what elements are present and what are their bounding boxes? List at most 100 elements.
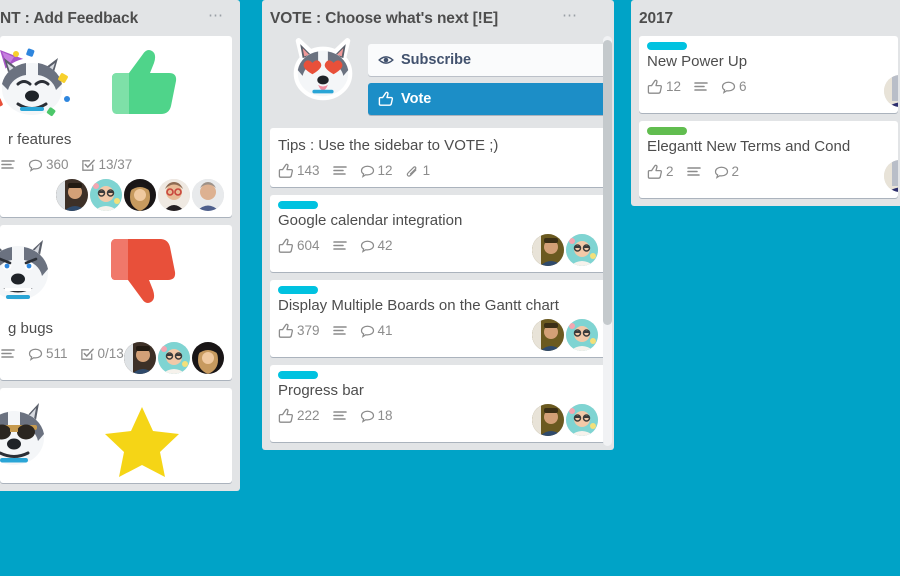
card[interactable]: r features 360 13/37 <box>0 36 232 217</box>
card[interactable]: Progress bar 222 18 <box>270 365 606 442</box>
checklist-icon <box>81 159 95 171</box>
avatar[interactable] <box>158 179 190 211</box>
subscribe-button[interactable]: Subscribe <box>368 44 606 76</box>
comment-icon <box>360 240 374 253</box>
comments-badge: 360 <box>28 157 69 173</box>
checklist-count: 0/13 <box>97 346 124 361</box>
vote-button[interactable]: Vote <box>368 83 606 115</box>
thumbs-up-green-sticker <box>107 46 181 119</box>
card-cover-stickers <box>0 36 232 124</box>
card[interactable]: Display Multiple Boards on the Gantt cha… <box>270 280 606 357</box>
list-vote[interactable]: VOTE : Choose what's next [!E] ⋯ Subscri… <box>262 0 614 450</box>
card-list: New Power Up 12 6 Elegantt New Terms and… <box>631 36 900 206</box>
vote-buttons: Subscribe Vote <box>368 36 606 122</box>
list-title: VOTE : Choose what's next [!E] <box>270 10 499 27</box>
card-title: New Power Up <box>647 53 748 70</box>
votes-badge: 604 <box>278 238 320 254</box>
avatar[interactable] <box>532 319 564 351</box>
comment-icon <box>28 348 43 361</box>
card[interactable]: Tips : Use the sidebar to VOTE ;) 143 12… <box>270 128 606 187</box>
description-badge <box>332 238 348 254</box>
comments-count: 12 <box>377 163 393 178</box>
card-labels <box>278 282 598 296</box>
card-badges: 2 2 <box>647 158 890 184</box>
comments-badge: 2 <box>714 164 740 180</box>
description-badge <box>693 79 709 95</box>
card-body: Progress bar 222 18 <box>270 365 606 442</box>
label-cyan[interactable] <box>278 201 318 209</box>
votes-count: 12 <box>666 79 682 94</box>
checklist-count: 13/37 <box>98 157 133 172</box>
label-cyan[interactable] <box>647 42 687 50</box>
checklist-badge: 13/37 <box>81 157 133 173</box>
avatar[interactable] <box>90 179 122 211</box>
card-body: Elegantt New Terms and Cond 2 2 <box>639 121 898 198</box>
description-icon <box>1 160 15 169</box>
card[interactable]: Google calendar integration 604 42 <box>270 195 606 272</box>
thumbs-up-icon <box>278 163 293 178</box>
avatar[interactable] <box>124 342 156 374</box>
label-cyan[interactable] <box>278 286 318 294</box>
avatar[interactable] <box>158 342 190 374</box>
votes-count: 379 <box>297 323 320 338</box>
card[interactable]: Elegantt New Terms and Cond 2 2 <box>639 121 898 198</box>
card[interactable]: g bugs 511 0/13 <box>0 225 232 380</box>
husky-party-sticker <box>0 46 70 120</box>
description-icon <box>686 167 701 176</box>
eye-icon <box>378 56 394 64</box>
card-title: Tips : Use the sidebar to VOTE ;) <box>278 137 499 154</box>
card-body: Tips : Use the sidebar to VOTE ;) 143 12… <box>270 128 606 187</box>
thumbs-up-icon <box>278 238 293 253</box>
card-labels <box>647 38 890 52</box>
avatar[interactable] <box>566 234 598 266</box>
description-badge <box>332 163 348 179</box>
label-green[interactable] <box>647 127 687 135</box>
card-labels <box>278 367 598 381</box>
description-badge <box>0 157 16 173</box>
card-title: g bugs <box>8 320 54 337</box>
avatar[interactable] <box>532 404 564 436</box>
thumbs-up-icon <box>647 164 662 179</box>
comments-count: 42 <box>377 238 393 253</box>
description-icon <box>332 241 347 250</box>
card-body: Google calendar integration 604 42 <box>270 195 606 272</box>
avatar[interactable] <box>192 179 224 211</box>
card-list: r features 360 13/37 g bugs 511 0/13 <box>0 36 240 491</box>
card-body: New Power Up 12 6 <box>639 36 898 113</box>
avatar[interactable] <box>192 342 224 374</box>
list-scrollbar-thumb[interactable] <box>603 40 612 325</box>
votes-badge: 12 <box>647 79 681 95</box>
list-menu-icon[interactable]: ⋯ <box>198 8 232 26</box>
comments-count: 2 <box>731 164 740 179</box>
avatar[interactable] <box>566 404 598 436</box>
description-badge <box>686 164 702 180</box>
thumbs-up-icon <box>378 91 394 106</box>
card-badges: 360 13/37 <box>1 151 224 177</box>
card-list: Tips : Use the sidebar to VOTE ;) 143 12… <box>262 128 614 450</box>
avatar[interactable] <box>566 319 598 351</box>
votes-count: 604 <box>297 238 320 253</box>
card-title: Elegantt New Terms and Cond <box>647 138 851 155</box>
list-scrollbar-track[interactable] <box>603 36 612 446</box>
votes-badge: 143 <box>278 163 320 179</box>
label-cyan[interactable] <box>278 371 318 379</box>
list-2017[interactable]: 2017 New Power Up 12 6 Elegantt New Term… <box>631 0 900 206</box>
avatar[interactable] <box>56 179 88 211</box>
description-icon <box>1 349 15 358</box>
card[interactable] <box>0 388 232 483</box>
list-add-feedback[interactable]: NT : Add Feedback ⋯ r features 360 13/37… <box>0 0 240 491</box>
thumbs-up-icon <box>278 323 293 338</box>
comments-count: 511 <box>46 346 68 361</box>
comment-icon <box>721 81 736 94</box>
avatar[interactable] <box>124 179 156 211</box>
votes-count: 143 <box>297 163 320 178</box>
card-title: Google calendar integration <box>278 212 463 229</box>
list-header: VOTE : Choose what's next [!E] ⋯ <box>262 0 614 36</box>
card-badges: 143 12 1 <box>278 157 598 183</box>
card[interactable]: New Power Up 12 6 <box>639 36 898 113</box>
thumbs-up-icon <box>647 79 662 94</box>
kanban-board: NT : Add Feedback ⋯ r features 360 13/37… <box>0 0 900 576</box>
avatar[interactable] <box>532 234 564 266</box>
description-icon <box>332 326 347 335</box>
list-menu-icon[interactable]: ⋯ <box>552 8 606 26</box>
